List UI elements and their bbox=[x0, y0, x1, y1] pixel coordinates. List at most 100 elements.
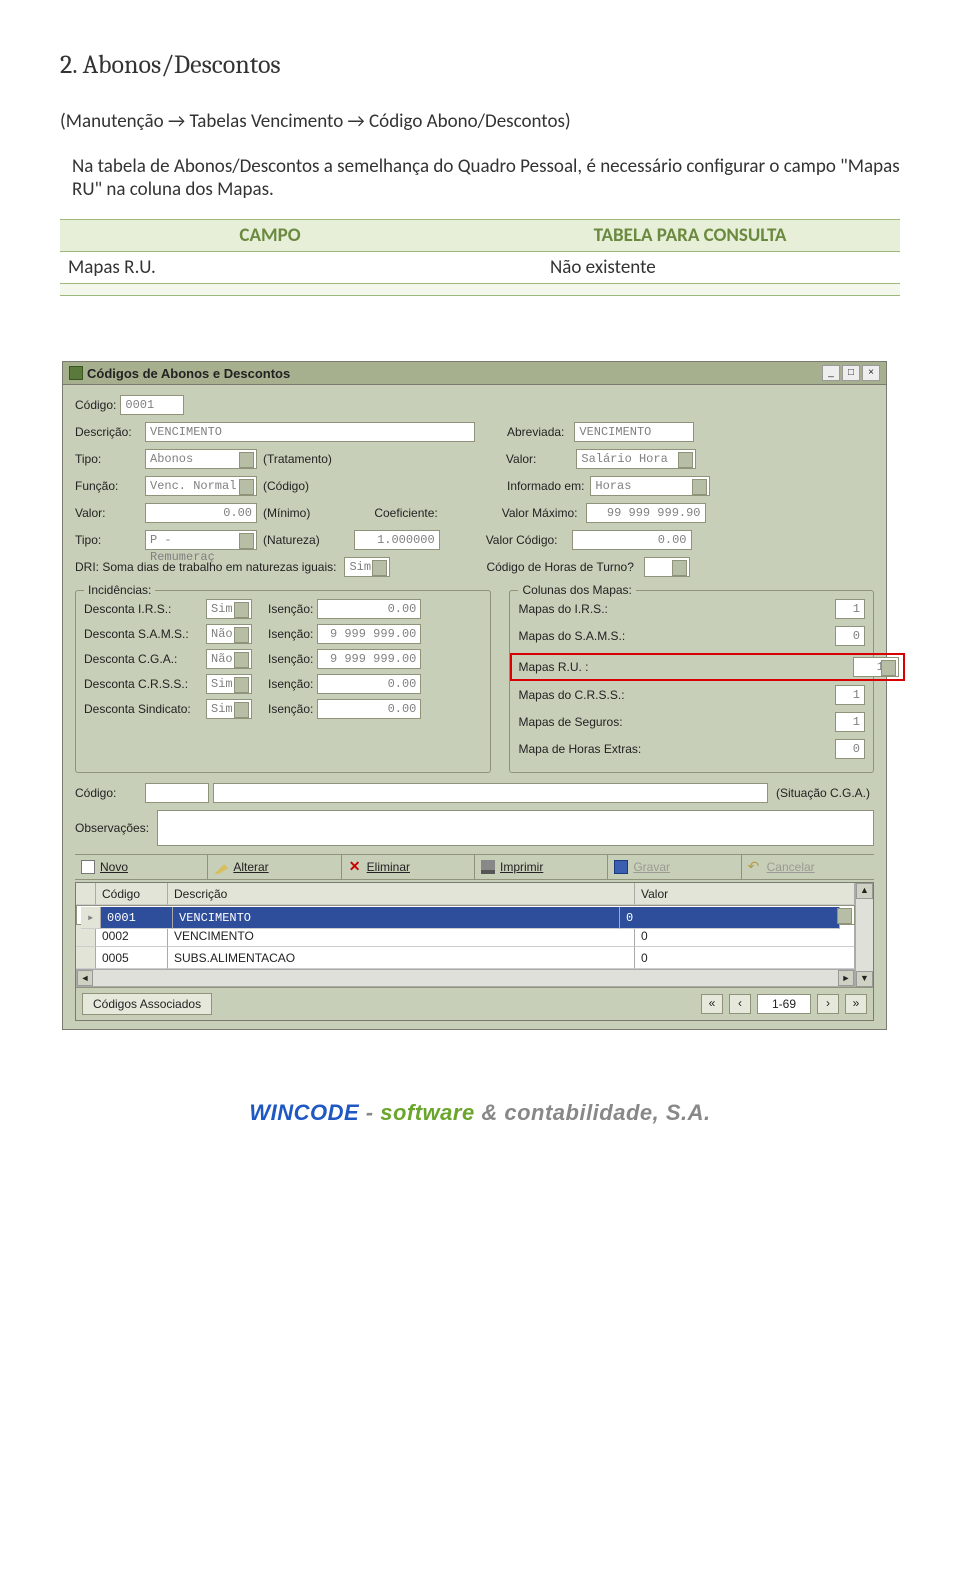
group-colunas-mapas: Colunas dos Mapas: Mapas do I.R.S.: 1 Ma… bbox=[509, 590, 874, 773]
select-codigo-horas-turno[interactable] bbox=[644, 557, 690, 577]
nav-next-button[interactable]: › bbox=[817, 994, 839, 1014]
brand-footer: WINCODE - software & contabilidade, S.A. bbox=[60, 1100, 900, 1126]
label-mapas-crss: Mapas do C.R.S.S.: bbox=[518, 688, 831, 702]
field-mapa-horas-extras[interactable]: 0 bbox=[835, 739, 865, 759]
select-desc-sind[interactable]: Sim bbox=[206, 699, 252, 719]
close-button[interactable]: × bbox=[862, 365, 880, 381]
save-icon bbox=[614, 860, 628, 874]
select-desc-sams[interactable]: Não bbox=[206, 624, 252, 644]
label-mapa-horas-extras: Mapa de Horas Extras: bbox=[518, 742, 831, 756]
field-valor-min[interactable]: 0.00 bbox=[145, 503, 257, 523]
field-observacoes[interactable] bbox=[157, 810, 874, 846]
label-coeficiente: Coeficiente: bbox=[374, 506, 437, 520]
label-sit-cga: (Situação C.G.A.) bbox=[776, 786, 870, 800]
select-desc-crss[interactable]: Sim bbox=[206, 674, 252, 694]
field-desc-cga[interactable] bbox=[213, 783, 768, 803]
field-isen-sams[interactable]: 9 999 999.00 bbox=[317, 624, 421, 644]
cell-campo: Mapas R.U. bbox=[60, 252, 480, 284]
field-mapas-crss[interactable]: 1 bbox=[835, 685, 865, 705]
label-desc-sams: Desconta S.A.M.S.: bbox=[84, 627, 202, 641]
imprimir-button[interactable]: Imprimir bbox=[475, 855, 608, 879]
field-isen-sind[interactable]: 0.00 bbox=[317, 699, 421, 719]
select-desc-cga[interactable]: Não bbox=[206, 649, 252, 669]
gravar-button[interactable]: Gravar bbox=[608, 855, 741, 879]
scroll-up-icon[interactable]: ▲ bbox=[856, 883, 873, 899]
grid-header-codigo[interactable]: Código bbox=[96, 883, 168, 905]
scroll-down-icon[interactable]: ▼ bbox=[856, 971, 873, 987]
eliminar-button[interactable]: ✕ Eliminar bbox=[342, 855, 475, 879]
label-tratamento: (Tratamento) bbox=[263, 452, 332, 466]
label-minimo: (Mínimo) bbox=[263, 506, 310, 520]
alterar-button[interactable]: Alterar bbox=[208, 855, 341, 879]
label-valor-codigo: Valor Código: bbox=[486, 533, 558, 547]
cell-valor: Não existente bbox=[480, 252, 900, 284]
minimize-button[interactable]: _ bbox=[822, 365, 840, 381]
label-observacoes: Observações: bbox=[75, 821, 149, 835]
label-abreviada: Abreviada: bbox=[507, 425, 564, 439]
nav-first-button[interactable]: « bbox=[701, 994, 723, 1014]
nav-last-button[interactable]: » bbox=[845, 994, 867, 1014]
select-desc-irs[interactable]: Sim bbox=[206, 599, 252, 619]
app-window: Códigos de Abonos e Descontos _ □ × Códi… bbox=[62, 361, 887, 1030]
nav-prev-button[interactable]: ‹ bbox=[729, 994, 751, 1014]
cancel-icon: ↶ bbox=[748, 860, 762, 874]
select-valor[interactable]: Salário Hora bbox=[576, 449, 696, 469]
cancelar-button[interactable]: ↶ Cancelar bbox=[742, 855, 874, 879]
table-row[interactable]: ▸0001VENCIMENTO0 bbox=[76, 905, 855, 925]
scroll-right-icon[interactable]: ► bbox=[838, 970, 854, 986]
field-valor-codigo[interactable]: 0.00 bbox=[572, 530, 692, 550]
grid-h-scrollbar[interactable]: ◄ ► bbox=[76, 969, 855, 987]
grid-header-valor[interactable]: Valor bbox=[635, 883, 855, 905]
select-informado-em[interactable]: Horas bbox=[590, 476, 710, 496]
select-tipo2[interactable]: P - Remumeraç bbox=[145, 530, 257, 550]
label-codigo-paren: (Código) bbox=[263, 479, 309, 493]
field-mapas-sams[interactable]: 0 bbox=[835, 626, 865, 646]
page-indicator: 1-69 bbox=[757, 994, 811, 1014]
grid-v-scrollbar[interactable]: ▲ ▼ bbox=[855, 883, 873, 987]
label-codigo: Código: bbox=[75, 398, 116, 412]
label-isen-sind: Isenção: bbox=[268, 702, 313, 716]
label-isen-crss: Isenção: bbox=[268, 677, 313, 691]
field-isen-cga[interactable]: 9 999 999.00 bbox=[317, 649, 421, 669]
group-title-colunas-mapas: Colunas dos Mapas: bbox=[518, 583, 635, 597]
field-valor-maximo[interactable]: 99 999 999.90 bbox=[586, 503, 706, 523]
label-tipo: Tipo: bbox=[75, 452, 141, 466]
group-incidencias: Incidências: Desconta I.R.S.: Sim Isençã… bbox=[75, 590, 491, 773]
grid-header-descricao[interactable]: Descrição bbox=[168, 883, 635, 905]
select-dri[interactable]: Sim bbox=[344, 557, 390, 577]
codigos-associados-button[interactable]: Códigos Associados bbox=[82, 993, 212, 1015]
field-descricao[interactable]: VENCIMENTO bbox=[145, 422, 475, 442]
select-tipo[interactable]: Abonos bbox=[145, 449, 257, 469]
label-desc-sind: Desconta Sindicato: bbox=[84, 702, 202, 716]
field-abreviada[interactable]: VENCIMENTO bbox=[574, 422, 694, 442]
table-row[interactable]: 0005SUBS.ALIMENTACAO0 bbox=[76, 947, 855, 969]
field-codigo-cga[interactable] bbox=[145, 783, 209, 803]
label-mapas-seguros: Mapas de Seguros: bbox=[518, 715, 831, 729]
section-heading: 2. Abonos/Descontos bbox=[60, 50, 900, 80]
select-funcao[interactable]: Venc. Normal bbox=[145, 476, 257, 496]
label-tipo2: Tipo: bbox=[75, 533, 141, 547]
label-mapas-irs: Mapas do I.R.S.: bbox=[518, 602, 831, 616]
label-funcao: Função: bbox=[75, 479, 141, 493]
label-codigo-horas-turno: Código de Horas de Turno? bbox=[486, 560, 633, 574]
field-mapas-seguros[interactable]: 1 bbox=[835, 712, 865, 732]
intro-paragraph: Na tabela de Abonos/Descontos a semelhan… bbox=[72, 155, 900, 201]
scroll-left-icon[interactable]: ◄ bbox=[77, 970, 93, 986]
field-mapas-irs[interactable]: 1 bbox=[835, 599, 865, 619]
novo-button[interactable]: Novo bbox=[75, 855, 208, 879]
data-grid: Código Descrição Valor ▸0001VENCIMENTO0 0… bbox=[75, 882, 874, 1021]
field-codigo[interactable]: 0001 bbox=[120, 395, 184, 415]
maximize-button[interactable]: □ bbox=[842, 365, 860, 381]
breadcrumb: (Manutenção → Tabelas Vencimento → Códig… bbox=[60, 110, 900, 133]
label-desc-crss: Desconta C.R.S.S.: bbox=[84, 677, 202, 691]
app-icon bbox=[69, 366, 83, 380]
label-descricao: Descrição: bbox=[75, 425, 141, 439]
select-mapas-ru[interactable]: 1 bbox=[853, 657, 899, 677]
field-isen-crss[interactable]: 0.00 bbox=[317, 674, 421, 694]
label-isen-cga: Isenção: bbox=[268, 652, 313, 666]
window-title: Códigos de Abonos e Descontos bbox=[87, 366, 820, 381]
field-isen-irs[interactable]: 0.00 bbox=[317, 599, 421, 619]
label-desc-irs: Desconta I.R.S.: bbox=[84, 602, 202, 616]
field-coeficiente[interactable]: 1.000000 bbox=[354, 530, 440, 550]
campo-tabela: CAMPO TABELA PARA CONSULTA Mapas R.U. Nã… bbox=[60, 219, 900, 296]
